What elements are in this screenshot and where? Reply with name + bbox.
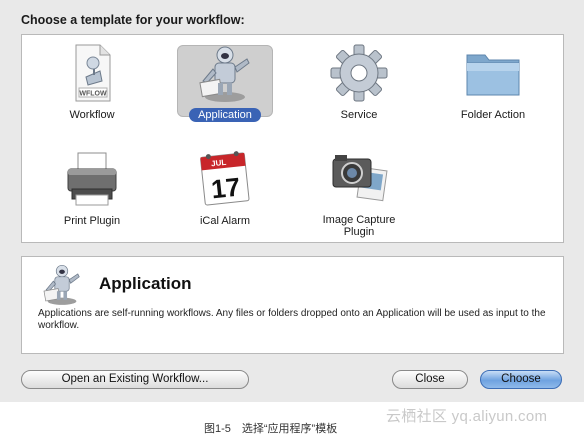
dialog-heading: Choose a template for your workflow: — [21, 13, 245, 27]
description-text: Applications are self-running workflows.… — [38, 308, 546, 331]
template-service[interactable]: Service — [309, 41, 409, 123]
choose-button[interactable]: Choose — [480, 370, 562, 389]
automator-robot-icon — [43, 264, 80, 305]
calendar-month-text: JUL — [211, 158, 227, 169]
template-label: Workflow — [69, 109, 115, 121]
printer-icon — [67, 152, 117, 206]
template-folder-action[interactable]: Folder Action — [443, 41, 543, 123]
template-label: Print Plugin — [63, 215, 121, 227]
folder-icon — [466, 54, 520, 96]
automator-robot-icon — [199, 46, 250, 102]
template-label: Image Capture Plugin — [322, 214, 396, 238]
template-label: iCal Alarm — [199, 215, 251, 227]
watermark: 云栖社区 yq.aliyun.com — [386, 408, 548, 425]
calendar-day-text: 17 — [210, 172, 242, 205]
template-workflow[interactable]: WFLOW Workflow — [42, 41, 142, 123]
template-ical-alarm[interactable]: JUL 17 iCal Alarm — [175, 147, 275, 229]
description-title: Application — [99, 274, 192, 293]
figure-caption: 图1-5 选择“应用程序”模板 — [204, 423, 338, 435]
template-label: Application — [189, 108, 261, 122]
template-label: Folder Action — [460, 109, 526, 121]
calendar-icon: JUL 17 — [200, 151, 250, 206]
template-chooser-dialog: Choose a template for your workflow: WFL… — [0, 0, 584, 402]
template-image-capture-plugin[interactable]: Image Capture Plugin — [309, 147, 409, 240]
wflow-badge-text: WFLOW — [79, 91, 107, 98]
template-application[interactable]: Application — [175, 41, 275, 123]
template-print-plugin[interactable]: Print Plugin — [42, 147, 142, 229]
wflow-document-icon: WFLOW — [75, 44, 111, 102]
open-existing-workflow-button[interactable]: Open an Existing Workflow... — [21, 370, 249, 389]
template-grid: WFLOW Workflow Application Service Folde… — [21, 34, 564, 243]
gear-icon — [330, 44, 388, 102]
description-panel: Application Applications are self-runnin… — [21, 256, 564, 354]
template-label: Service — [340, 109, 378, 121]
close-button[interactable]: Close — [392, 370, 468, 389]
camera-icon — [332, 155, 388, 202]
